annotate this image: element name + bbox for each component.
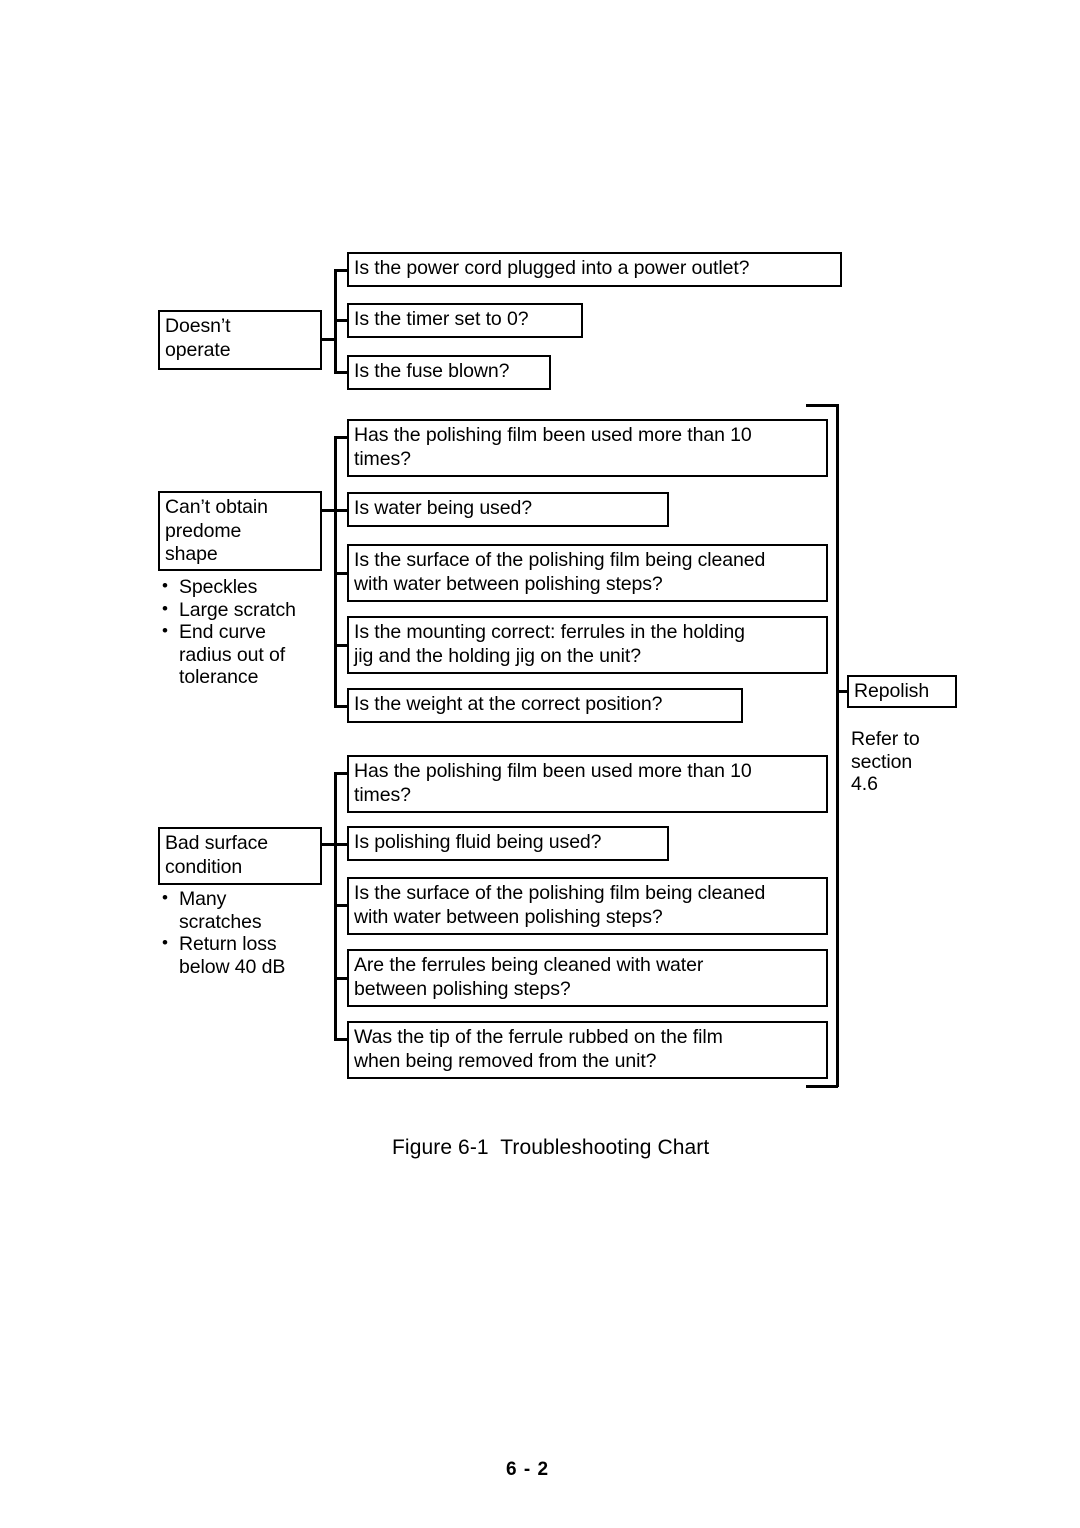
symptom-box-bad-surface-condition: Bad surface condition xyxy=(158,827,322,885)
list-item: Return loss below 40 dB xyxy=(158,932,333,978)
check-box: Is the fuse blown? xyxy=(347,355,551,390)
bracket-top-arm xyxy=(806,404,838,407)
check-box: Was the tip of the ferrule rubbed on the… xyxy=(347,1021,828,1079)
connector-spine-group1 xyxy=(334,269,337,374)
list-item: Many scratches xyxy=(158,887,333,933)
check-box: Is the timer set to 0? xyxy=(347,303,583,338)
symptom-details-surface: Many scratches Return loss below 40 dB xyxy=(158,887,333,978)
symptom-details-predome: Speckles Large scratch End curve radius … xyxy=(158,575,333,689)
list-item: End curve radius out of tolerance xyxy=(158,620,333,689)
document-page: Doesn’t operate Is the power cord plugge… xyxy=(0,0,1080,1528)
check-box: Is the surface of the polishing film bei… xyxy=(347,544,828,602)
check-box: Is polishing fluid being used? xyxy=(347,826,669,861)
check-box: Is water being used? xyxy=(347,492,669,527)
page-number: 6 - 2 xyxy=(506,1459,550,1480)
symptom-box-cant-obtain-predome-shape: Can’t obtain predome shape xyxy=(158,491,322,571)
repolish-reference-note: Refer to section 4.6 xyxy=(851,728,920,795)
bracket-bottom-arm xyxy=(806,1085,838,1088)
check-box: Is the weight at the correct position? xyxy=(347,688,743,723)
figure-caption: Figure 6-1 Troubleshooting Chart xyxy=(392,1136,710,1159)
check-box: Is the surface of the polishing film bei… xyxy=(347,877,828,935)
check-box: Is the power cord plugged into a power o… xyxy=(347,252,842,287)
list-item: Large scratch xyxy=(158,598,333,622)
check-box: Is the mounting correct: ferrules in the… xyxy=(347,616,828,674)
check-box: Has the polishing film been used more th… xyxy=(347,755,828,813)
symptom-box-doesnt-operate: Doesn’t operate xyxy=(158,310,322,370)
check-box: Has the polishing film been used more th… xyxy=(347,419,828,477)
outcome-box-repolish: Repolish xyxy=(847,675,957,708)
bracket-spine xyxy=(836,404,839,1087)
list-item: Speckles xyxy=(158,575,333,599)
check-box: Are the ferrules being cleaned with wate… xyxy=(347,949,828,1007)
